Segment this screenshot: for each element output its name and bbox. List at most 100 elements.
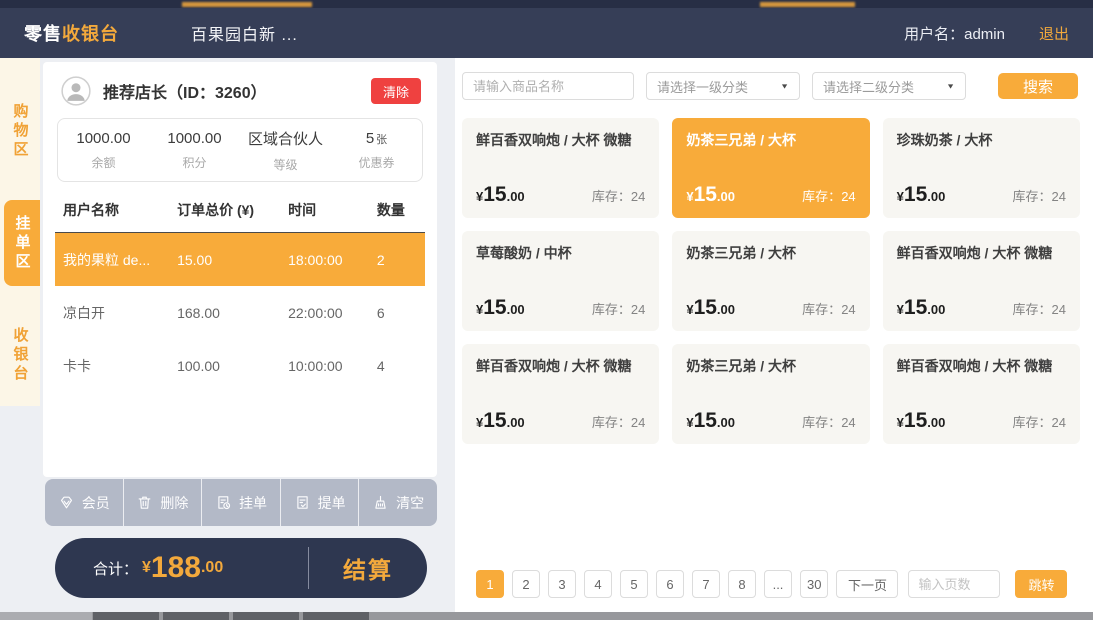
col-header-username: 用户名称 xyxy=(55,200,177,220)
search-button[interactable]: 搜索 xyxy=(998,73,1078,99)
page-ellipsis-button[interactable]: ... xyxy=(764,570,792,598)
product-stock: 库存：24 xyxy=(592,412,645,431)
pagination: 1 2 3 4 5 6 7 8 ... 30 下一页 跳转 xyxy=(476,570,1067,598)
trash-icon xyxy=(136,494,153,511)
delete-button-label: 删除 xyxy=(160,493,188,513)
order-time: 10:00:00 xyxy=(288,358,377,374)
background-window-remnant xyxy=(0,612,92,620)
product-stock: 库存：24 xyxy=(802,412,855,431)
member-stats-box: 1000.00 余额 1000.00 积分 区域合伙人 等级 5张 优惠券 xyxy=(57,118,423,182)
product-card[interactable]: 鲜百香双响炮 / 大杯 微糖 ¥15.00 库存：24 xyxy=(462,344,659,444)
product-stock: 库存：24 xyxy=(1013,299,1066,318)
stat-level-label: 等级 xyxy=(273,156,297,173)
checkout-bar: 合计： ¥ 188 .00 结算 xyxy=(55,538,427,598)
page-button-5[interactable]: 5 xyxy=(620,570,648,598)
background-window-remnant xyxy=(182,2,312,7)
background-window-remnant xyxy=(233,612,299,620)
background-window-bottom xyxy=(0,612,1093,620)
page-button-4[interactable]: 4 xyxy=(584,570,612,598)
page-button-1[interactable]: 1 xyxy=(476,570,504,598)
product-price: ¥15.00 xyxy=(476,183,525,207)
product-price: ¥15.00 xyxy=(897,409,946,433)
hold-order-button[interactable]: 挂单 xyxy=(202,479,281,526)
product-card[interactable]: 珍珠奶茶 / 大杯 ¥15.00 库存：24 xyxy=(883,118,1080,218)
product-name: 鲜百香双响炮 / 大杯 微糖 xyxy=(476,355,645,377)
delete-button[interactable]: 删除 xyxy=(124,479,203,526)
order-total: 100.00 xyxy=(177,358,288,374)
hold-order-button-label: 挂单 xyxy=(239,493,267,513)
col-header-time: 时间 xyxy=(288,200,377,220)
product-card[interactable]: 鲜百香双响炮 / 大杯 微糖 ¥15.00 库存：24 xyxy=(883,344,1080,444)
stat-coupons-unit: 张 xyxy=(376,134,387,146)
product-name: 鲜百香双响炮 / 大杯 微糖 xyxy=(897,242,1066,264)
order-time: 18:00:00 xyxy=(288,252,377,268)
background-window-remnant xyxy=(93,612,159,620)
sidebar-tab-cashier[interactable]: 收银台 xyxy=(0,312,40,398)
stat-points: 1000.00 积分 xyxy=(149,130,240,171)
category1-placeholder: 请选择一级分类 xyxy=(657,77,748,96)
pos-screen: 零售收银台 百果园白新 ... 用户名：admin 退出 购物区 挂单区 收银台 xyxy=(0,0,1093,620)
held-orders-table: 用户名称 订单总价 (¥) 时间 数量 我的果粒 de... 15.00 18:… xyxy=(55,188,425,392)
page-button-30[interactable]: 30 xyxy=(800,570,828,598)
table-row[interactable]: 卡卡 100.00 10:00:00 4 xyxy=(55,339,425,392)
product-stock: 库存：24 xyxy=(802,186,855,205)
product-card[interactable]: 奶茶三兄弟 / 大杯 ¥15.00 库存：24 xyxy=(672,118,869,218)
category2-placeholder: 请选择二级分类 xyxy=(823,77,914,96)
user-avatar-icon xyxy=(61,76,91,106)
total-amount-decimal: .00 xyxy=(201,559,223,577)
next-page-button[interactable]: 下一页 xyxy=(836,570,898,598)
store-tab[interactable]: 百果园白新 ... xyxy=(191,21,298,45)
settle-button[interactable]: 结算 xyxy=(309,551,427,585)
order-qty: 6 xyxy=(377,305,425,321)
app-title-suffix: 收银台 xyxy=(62,24,119,44)
main-area: 购物区 挂单区 收银台 推荐店长（ID：3260） 清除 1000.00 xyxy=(0,58,1093,612)
product-price: ¥15.00 xyxy=(686,409,735,433)
jump-button[interactable]: 跳转 xyxy=(1015,570,1067,598)
product-card[interactable]: 奶茶三兄弟 / 大杯 ¥15.00 库存：24 xyxy=(672,231,869,331)
member-panel: 推荐店长（ID：3260） 清除 1000.00 余额 1000.00 积分 区… xyxy=(43,62,437,477)
product-card[interactable]: 奶茶三兄弟 / 大杯 ¥15.00 库存：24 xyxy=(672,344,869,444)
page-number-input[interactable] xyxy=(908,570,1000,598)
page-button-7[interactable]: 7 xyxy=(692,570,720,598)
order-name: 我的果粒 de... xyxy=(55,250,177,270)
product-card[interactable]: 鲜百香双响炮 / 大杯 微糖 ¥15.00 库存：24 xyxy=(883,231,1080,331)
stat-coupons-value: 5张 xyxy=(366,130,387,147)
product-price: ¥15.00 xyxy=(686,183,735,207)
pick-order-button[interactable]: 提单 xyxy=(281,479,360,526)
page-button-6[interactable]: 6 xyxy=(656,570,684,598)
product-card[interactable]: 鲜百香双响炮 / 大杯 微糖 ¥15.00 库存：24 xyxy=(462,118,659,218)
table-row[interactable]: 凉白开 168.00 22:00:00 6 xyxy=(55,286,425,339)
page-button-3[interactable]: 3 xyxy=(548,570,576,598)
product-name: 珍珠奶茶 / 大杯 xyxy=(897,129,1066,151)
category1-select[interactable]: 请选择一级分类 xyxy=(646,72,800,100)
left-sidebar: 购物区 挂单区 收银台 xyxy=(0,58,40,406)
header-right: 用户名：admin 退出 xyxy=(904,23,1069,44)
product-price: ¥15.00 xyxy=(476,409,525,433)
product-card[interactable]: 草莓酸奶 / 中杯 ¥15.00 库存：24 xyxy=(462,231,659,331)
clear-cart-button[interactable]: 清空 xyxy=(359,479,437,526)
clear-member-button[interactable]: 清除 xyxy=(371,78,421,104)
page-button-8[interactable]: 8 xyxy=(728,570,756,598)
logout-button[interactable]: 退出 xyxy=(1039,23,1069,44)
product-grid: 鲜百香双响炮 / 大杯 微糖 ¥15.00 库存：24 奶茶三兄弟 / 大杯 ¥… xyxy=(462,118,1080,444)
product-name: 奶茶三兄弟 / 大杯 xyxy=(686,242,855,264)
table-row[interactable]: 我的果粒 de... 15.00 18:00:00 2 xyxy=(55,233,425,286)
member-header: 推荐店长（ID：3260） 清除 xyxy=(43,62,437,106)
product-name-input[interactable] xyxy=(462,72,634,100)
app-title-prefix: 零售 xyxy=(24,24,62,44)
sidebar-tab-shopping-area[interactable]: 购物区 xyxy=(0,88,40,174)
product-stock: 库存：24 xyxy=(592,186,645,205)
clear-cart-button-label: 清空 xyxy=(396,493,424,513)
sidebar-tab-held-orders[interactable]: 挂单区 xyxy=(4,200,40,286)
product-name: 鲜百香双响炮 / 大杯 微糖 xyxy=(897,355,1066,377)
diamond-member-icon xyxy=(58,494,75,511)
broom-clear-icon xyxy=(372,494,389,511)
stat-coupons-label: 优惠券 xyxy=(358,154,394,171)
total-label: 合计： xyxy=(93,558,138,579)
background-window-remnant xyxy=(303,612,369,620)
product-price: ¥15.00 xyxy=(897,296,946,320)
total-amount: 188 xyxy=(151,553,201,583)
member-button[interactable]: 会员 xyxy=(45,479,124,526)
page-button-2[interactable]: 2 xyxy=(512,570,540,598)
category2-select[interactable]: 请选择二级分类 xyxy=(812,72,966,100)
